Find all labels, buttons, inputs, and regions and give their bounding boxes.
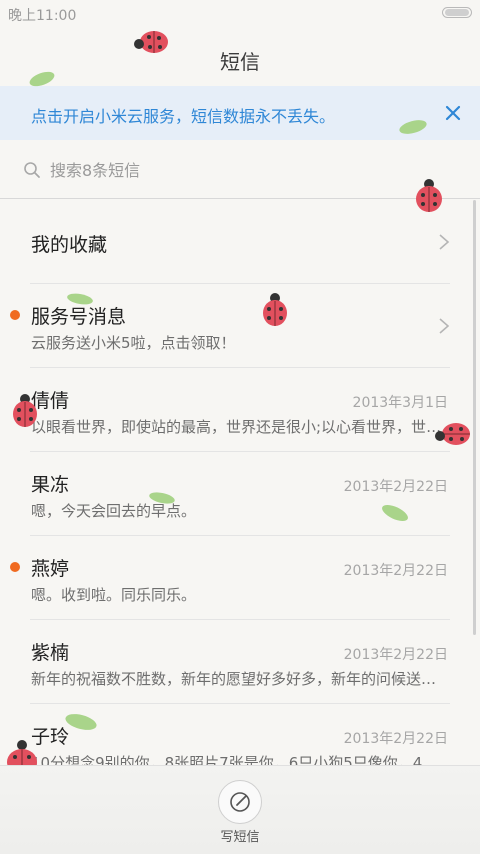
message-date: 2013年2月22日 xyxy=(343,647,448,663)
search-input[interactable] xyxy=(50,158,430,182)
bottom-bar: 写短信 xyxy=(0,765,480,854)
message-preview: 云服务送小米5啦，点击领取！ xyxy=(31,334,236,352)
conversation-item[interactable]: 果冻 2013年2月22日 嗯，今天会回去的早点。 xyxy=(0,452,480,536)
ladybug-icon xyxy=(13,394,37,427)
leaf-icon xyxy=(399,120,427,134)
ladybug-icon xyxy=(263,293,287,326)
compose-label: 写短信 xyxy=(220,830,260,845)
message-date: 2013年3月1日 xyxy=(352,395,448,411)
contact-name: 燕婷 xyxy=(31,558,70,580)
conversation-item[interactable]: 燕婷 2013年2月22日 嗯。收到啦。同乐同乐。 xyxy=(0,536,480,620)
compose-icon xyxy=(230,792,250,812)
message-preview: 10分想念9别的你，8张照片7张是你，6只小狗5只像你，4处寻你 xyxy=(31,754,443,765)
ladybug-icon xyxy=(134,31,168,53)
chevron-right-icon xyxy=(438,233,450,251)
status-time: 晚上11:00 xyxy=(8,8,77,24)
leaf-icon xyxy=(29,71,55,87)
leaf-icon xyxy=(382,504,408,522)
unread-dot xyxy=(10,310,20,320)
message-preview: 新年的祝福数不胜数，新年的愿望好多好多，新年的问候送给你 xyxy=(31,670,443,688)
message-preview: 嗯。收到啦。同乐同乐。 xyxy=(31,586,197,604)
ladybug-icon xyxy=(416,179,442,212)
contact-name: 紫楠 xyxy=(31,642,70,664)
search-bar[interactable] xyxy=(0,142,480,199)
ladybug-icon xyxy=(7,740,37,765)
message-date: 2013年2月22日 xyxy=(343,479,448,495)
message-preview: 以眼看世界，即使站的最高，世界还是很小;以心看世界，世界大得连心都装不下 xyxy=(31,418,443,436)
conversation-list[interactable]: 我的收藏 服务号消息 云服务送小米5啦，点击领取！ 倩倩 2013年3月1日 以… xyxy=(0,200,480,765)
message-date: 2013年2月22日 xyxy=(343,563,448,579)
favorites-item[interactable]: 我的收藏 xyxy=(0,200,480,284)
compose-button[interactable] xyxy=(218,780,262,824)
leaf-icon xyxy=(67,293,93,305)
favorites-label: 我的收藏 xyxy=(31,234,108,256)
close-icon[interactable] xyxy=(438,98,468,128)
battery-icon xyxy=(442,7,472,18)
status-bar: 晚上11:00 xyxy=(0,0,480,28)
contact-name: 果冻 xyxy=(31,474,70,496)
conversation-item[interactable]: 紫楠 2013年2月22日 新年的祝福数不胜数，新年的愿望好多好多，新年的问候送… xyxy=(0,620,480,704)
conversation-item[interactable]: 倩倩 2013年3月1日 以眼看世界，即使站的最高，世界还是很小;以心看世界，世… xyxy=(0,368,480,452)
banner-text[interactable]: 点击开启小米云服务，短信数据永不丢失。 xyxy=(31,103,335,127)
ladybug-icon xyxy=(435,423,470,445)
leaf-icon xyxy=(65,714,97,730)
search-icon xyxy=(23,161,41,179)
page-title: 短信 xyxy=(220,50,260,74)
title-bar: 短信 xyxy=(0,28,480,86)
chevron-right-icon xyxy=(438,317,450,335)
unread-dot xyxy=(10,562,20,572)
leaf-icon xyxy=(149,492,175,504)
message-date: 2013年2月22日 xyxy=(343,731,448,747)
